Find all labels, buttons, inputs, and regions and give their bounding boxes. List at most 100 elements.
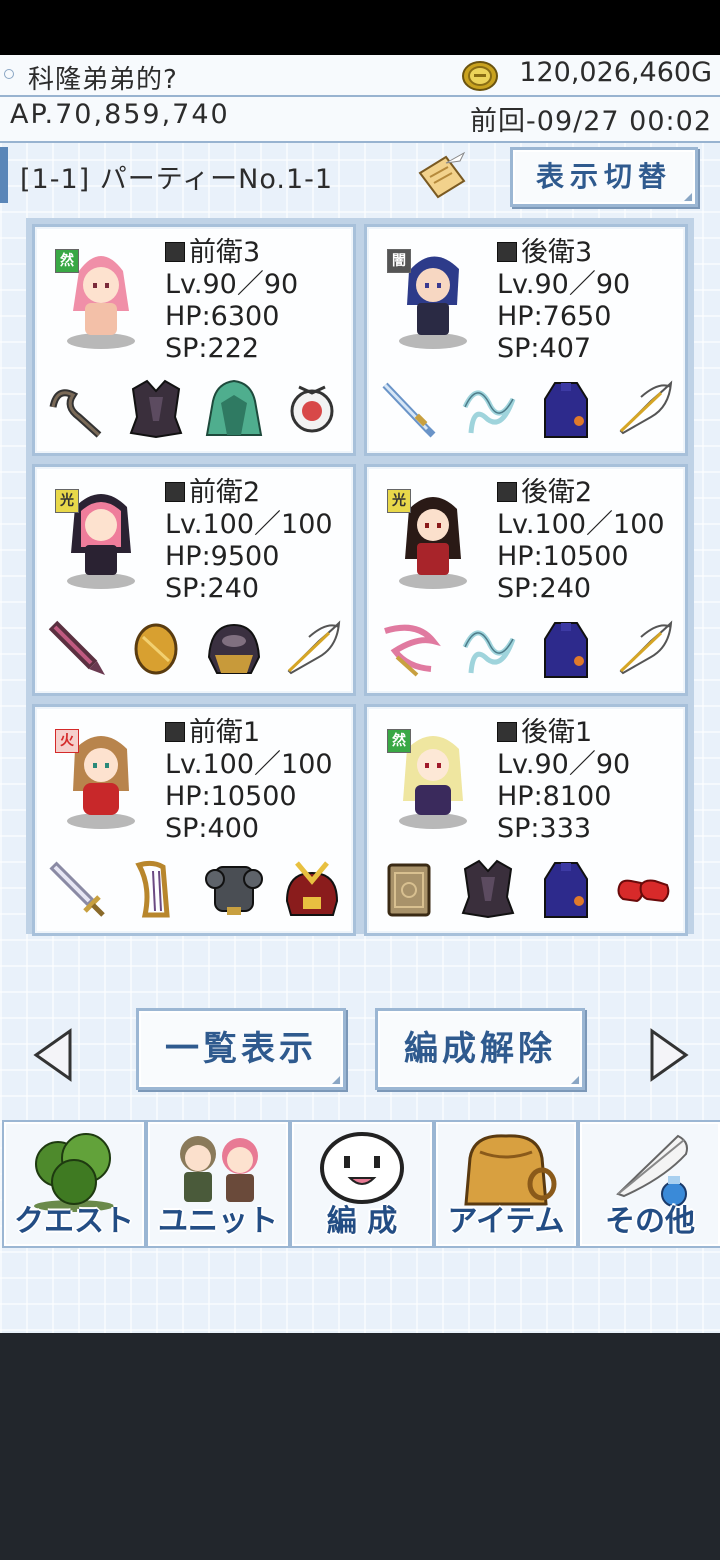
unit-info: 後衛3 Lv.90／90 HP:7650 SP:407 [497, 237, 630, 365]
menu-formation-label: 編 成 [326, 1204, 398, 1239]
unit-card-front-3[interactable]: 然 前衛3 Lv.90／90 HP:6300 SP:222 [32, 224, 356, 456]
unit-position: 前衛2 [165, 477, 333, 509]
menu-formation[interactable]: 編 成 [290, 1120, 434, 1248]
blade-icon[interactable] [377, 377, 443, 441]
equipment-row [377, 857, 677, 921]
green-cloak-icon[interactable] [201, 377, 267, 441]
next-party-arrow-icon[interactable] [644, 1027, 692, 1083]
unit-position: 後衛3 [497, 237, 630, 269]
unit-sp: SP:407 [497, 333, 592, 364]
unit-hp: HP:10500 [165, 781, 297, 812]
equipment-row [377, 617, 677, 681]
menu-other[interactable]: その他 [578, 1120, 720, 1248]
party-title: [1-1] パーティーNo.1-1 [20, 164, 334, 195]
bow-icon[interactable] [377, 617, 443, 681]
gold-coin-icon [462, 61, 498, 91]
heavy-armor-icon[interactable] [201, 857, 267, 921]
menu-other-label: その他 [605, 1204, 695, 1239]
unit-info: 後衛2 Lv.100／100 HP:10500 SP:240 [497, 477, 665, 605]
equipment-row [377, 377, 677, 441]
unit-sp: SP:240 [165, 573, 260, 604]
dark-armor-icon[interactable] [455, 857, 521, 921]
feather-icon[interactable] [279, 617, 345, 681]
element-badge: 光 [387, 489, 411, 513]
unit-info: 前衛1 Lv.100／100 HP:10500 SP:400 [165, 717, 333, 845]
unit-position: 後衛2 [497, 477, 665, 509]
gold-amount: 120,026,460G [519, 57, 712, 88]
unit-level: Lv.100／100 [497, 509, 665, 540]
button-corner-mark [571, 1076, 579, 1084]
release-formation-label: 編成解除 [404, 1029, 556, 1069]
status-dot-icon [4, 69, 14, 79]
unit-hp: HP:9500 [165, 541, 280, 572]
robe-icon[interactable] [533, 857, 599, 921]
unit-card-back-3[interactable]: 闇 後衛3 Lv.90／90 HP:7650 SP:407 [364, 224, 688, 456]
feather-icon[interactable] [611, 377, 677, 441]
party-grid: 然 前衛3 Lv.90／90 HP:6300 SP:222 闇 後衛3 Lv.9… [26, 218, 694, 936]
equipment-row [45, 377, 345, 441]
feather-icon[interactable] [611, 617, 677, 681]
harp-icon[interactable] [123, 857, 189, 921]
toggle-display-button[interactable]: 表示切替 [510, 147, 698, 207]
element-badge: 然 [387, 729, 411, 753]
unit-sp: SP:222 [165, 333, 260, 364]
unit-sp: SP:333 [497, 813, 592, 844]
main-menu: クエスト ユニット 編 成 アイテム その他 [0, 1120, 720, 1250]
unit-level: Lv.90／90 [165, 269, 299, 300]
unit-card-front-1[interactable]: 火 前衛1 Lv.100／100 HP:10500 SP:400 [32, 704, 356, 936]
menu-item[interactable]: アイテム [434, 1120, 578, 1248]
status-row-top: 科隆弟弟的? 120,026,460G [0, 55, 720, 97]
tome-icon[interactable] [377, 857, 443, 921]
game-screen: 科隆弟弟的? 120,026,460G AP.70,859,740 前回-09/… [0, 55, 720, 1333]
device-status-bar [0, 0, 720, 55]
boots-icon[interactable] [611, 857, 677, 921]
list-view-button[interactable]: 一覧表示 [136, 1008, 346, 1090]
unit-sp: SP:240 [497, 573, 592, 604]
unit-level: Lv.90／90 [497, 269, 631, 300]
ribbon-icon[interactable] [455, 377, 521, 441]
helmet-icon[interactable] [201, 617, 267, 681]
list-view-label: 一覧表示 [165, 1029, 317, 1069]
samurai-helmet-icon[interactable] [279, 857, 345, 921]
unit-hp: HP:6300 [165, 301, 280, 332]
ap-value: AP.70,859,740 [10, 99, 230, 130]
menu-item-label: アイテム [447, 1204, 565, 1239]
unit-card-back-1[interactable]: 然 後衛1 Lv.90／90 HP:8100 SP:333 [364, 704, 688, 936]
toggle-display-label: 表示切替 [535, 160, 672, 193]
button-corner-mark [684, 193, 692, 201]
unit-position: 前衛3 [165, 237, 298, 269]
element-badge: 然 [55, 249, 79, 273]
shield-icon[interactable] [123, 617, 189, 681]
robe-icon[interactable] [533, 377, 599, 441]
robe-icon[interactable] [533, 617, 599, 681]
unit-hp: HP:8100 [497, 781, 612, 812]
unit-info: 前衛3 Lv.90／90 HP:6300 SP:222 [165, 237, 298, 365]
unit-position: 前衛1 [165, 717, 333, 749]
amulet-icon[interactable] [279, 377, 345, 441]
menu-unit[interactable]: ユニット [146, 1120, 290, 1248]
dark-armor-icon[interactable] [123, 377, 189, 441]
unit-hp: HP:10500 [497, 541, 629, 572]
whip-icon[interactable] [45, 377, 111, 441]
last-login: 前回-09/27 00:02 [470, 106, 712, 137]
unit-card-front-2[interactable]: 光 前衛2 Lv.100／100 HP:9500 SP:240 [32, 464, 356, 696]
unit-position: 後衛1 [497, 717, 630, 749]
memo-scroll-icon[interactable] [412, 151, 472, 203]
party-header-accent [0, 147, 8, 203]
menu-quest-label: クエスト [14, 1204, 134, 1239]
menu-quest[interactable]: クエスト [2, 1120, 146, 1248]
element-badge: 火 [55, 729, 79, 753]
sword-icon[interactable] [45, 857, 111, 921]
unit-level: Lv.100／100 [165, 509, 333, 540]
ribbon-icon[interactable] [455, 617, 521, 681]
unit-sp: SP:400 [165, 813, 260, 844]
unit-card-back-2[interactable]: 光 後衛2 Lv.100／100 HP:10500 SP:240 [364, 464, 688, 696]
unit-hp: HP:7650 [497, 301, 612, 332]
unit-level: Lv.100／100 [165, 749, 333, 780]
sword-icon[interactable] [45, 617, 111, 681]
element-badge: 闇 [387, 249, 411, 273]
player-name: 科隆弟弟的? [28, 65, 178, 95]
release-formation-button[interactable]: 編成解除 [375, 1008, 585, 1090]
element-badge: 光 [55, 489, 79, 513]
prev-party-arrow-icon[interactable] [30, 1027, 78, 1083]
